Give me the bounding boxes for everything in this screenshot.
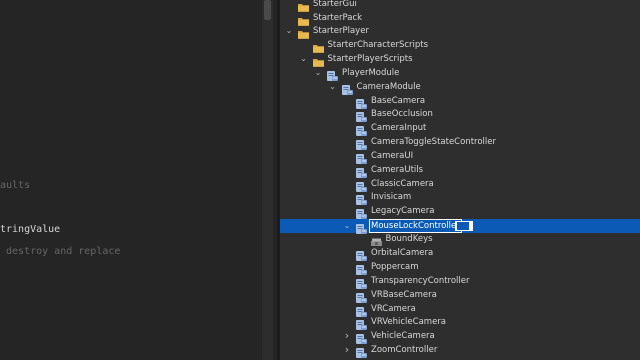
explorer-item-label: Invisicam (371, 192, 412, 202)
explorer-item-label: ZoomController (371, 345, 438, 355)
explorer-panel: StarterGui StarterPack ⌄ StarterPlayer St… (280, 0, 640, 360)
module-script-icon (355, 330, 368, 344)
explorer-item[interactable]: ClassicCamera (280, 177, 640, 192)
module-script-icon (355, 95, 368, 109)
folder-icon (297, 25, 310, 39)
module-script-icon (355, 220, 368, 234)
explorer-item-label: LegacyCamera (371, 206, 435, 216)
editor-scrollbar[interactable] (262, 0, 273, 360)
chevron-right-icon[interactable]: › (342, 329, 352, 343)
explorer-item[interactable]: BoundKeys (280, 232, 640, 246)
explorer-item[interactable]: ⌄ PlayerModule (280, 66, 640, 81)
explorer-item-label: VRCamera (371, 304, 416, 314)
module-script-icon (355, 150, 368, 164)
explorer-item-label: CameraUI (371, 151, 414, 161)
explorer-item[interactable]: BaseCamera (280, 94, 640, 109)
chevron-down-icon[interactable]: ⌄ (284, 24, 294, 38)
rename-field-caret[interactable] (455, 221, 473, 231)
bindable-keys-icon (370, 233, 383, 246)
module-script-icon (355, 191, 368, 205)
module-script-icon (355, 344, 368, 358)
explorer-item[interactable]: StarterGui (280, 0, 640, 12)
explorer-item-label: CameraInput (371, 123, 427, 133)
explorer-item[interactable]: VRBaseCamera (280, 288, 640, 303)
explorer-item-label: StarterPlayerScripts (327, 54, 413, 64)
explorer-item[interactable]: StarterCharacterScripts (280, 38, 640, 53)
explorer-item[interactable]: › ZoomController (280, 343, 640, 358)
explorer-item[interactable]: ⌄ StarterPlayerScripts (280, 52, 640, 67)
explorer-item[interactable]: ⌄ StarterPlayer (280, 24, 640, 39)
explorer-item-label: BaseOcclusion (371, 109, 433, 119)
module-script-icon (355, 247, 368, 261)
explorer-item-label: Poppercam (371, 262, 419, 272)
module-script-icon (355, 205, 368, 219)
explorer-item-label: ClassicCamera (371, 179, 434, 189)
module-script-icon (326, 67, 339, 81)
explorer-item[interactable]: ⌄ CameraModule (280, 80, 640, 95)
module-script-icon (355, 136, 368, 150)
explorer-item-label: BoundKeys (385, 234, 433, 244)
folder-icon (312, 39, 325, 53)
module-script-icon (355, 122, 368, 136)
folder-icon (312, 53, 325, 67)
explorer-item[interactable]: StarterPack (280, 11, 640, 26)
chevron-down-icon[interactable]: ⌄ (313, 66, 323, 80)
module-script-icon (341, 81, 354, 95)
explorer-item[interactable]: TransparencyController (280, 274, 640, 289)
explorer-item[interactable]: OrbitalCamera (280, 246, 640, 261)
explorer-item[interactable]: CameraUI (280, 149, 640, 164)
explorer-item-label: StarterGui (313, 0, 357, 9)
explorer-item[interactable]: ⌄ MouseLockController (280, 219, 640, 234)
explorer-item[interactable]: Invisicam (280, 190, 640, 205)
module-script-icon (355, 303, 368, 317)
explorer-item[interactable]: VRVehicleCamera (280, 315, 640, 330)
explorer-item-label: OrbitalCamera (371, 248, 434, 258)
folder-icon (297, 0, 310, 12)
code-line-string-value[interactable]: tringValue (0, 223, 60, 237)
explorer-item-label: StarterPack (313, 13, 363, 23)
script-editor[interactable]: aults tringValue destroy and replace (0, 0, 277, 360)
chevron-right-icon[interactable]: › (342, 343, 352, 357)
module-script-icon (355, 261, 368, 275)
explorer-item[interactable]: › VehicleCamera (280, 329, 640, 344)
explorer-item[interactable]: Poppercam (280, 260, 640, 275)
explorer-item-label: CameraModule (356, 82, 421, 92)
explorer-item[interactable]: CameraUtils (280, 163, 640, 178)
explorer-item[interactable]: LegacyCamera (280, 204, 640, 219)
explorer-item-label: StarterCharacterScripts (327, 40, 429, 50)
explorer-item-label: TransparencyController (371, 276, 470, 286)
folder-icon (297, 12, 310, 26)
explorer-item[interactable]: VRCamera (280, 302, 640, 317)
explorer-item-label: StarterPlayer (313, 26, 369, 36)
module-script-icon (355, 316, 368, 330)
explorer-item[interactable]: CameraInput (280, 121, 640, 136)
explorer-item-label: BaseCamera (371, 96, 426, 106)
module-script-icon (355, 164, 368, 178)
explorer-item[interactable]: BaseOcclusion (280, 107, 640, 122)
explorer-item-label: CameraUtils (371, 165, 424, 175)
explorer-item-label: CameraToggleStateController (371, 137, 496, 147)
chevron-down-icon[interactable]: ⌄ (328, 80, 338, 94)
editor-scrollbar-thumb[interactable] (264, 0, 271, 20)
explorer-item-label: VRBaseCamera (371, 290, 437, 300)
code-line-comment[interactable]: destroy and replace (0, 245, 120, 259)
module-script-icon (355, 275, 368, 289)
module-script-icon (355, 108, 368, 122)
explorer-item-label: VRVehicleCamera (371, 317, 447, 327)
chevron-down-icon[interactable]: ⌄ (299, 52, 309, 66)
explorer-item[interactable]: CameraToggleStateController (280, 135, 640, 150)
explorer-item-label: VehicleCamera (371, 331, 435, 341)
code-line-comment[interactable]: aults (0, 179, 30, 193)
explorer-item-label: PlayerModule (342, 68, 400, 78)
chevron-down-icon[interactable]: ⌄ (342, 219, 352, 233)
module-script-icon (355, 289, 368, 303)
explorer-item-label: MouseLockController (369, 219, 462, 233)
module-script-icon (355, 178, 368, 192)
